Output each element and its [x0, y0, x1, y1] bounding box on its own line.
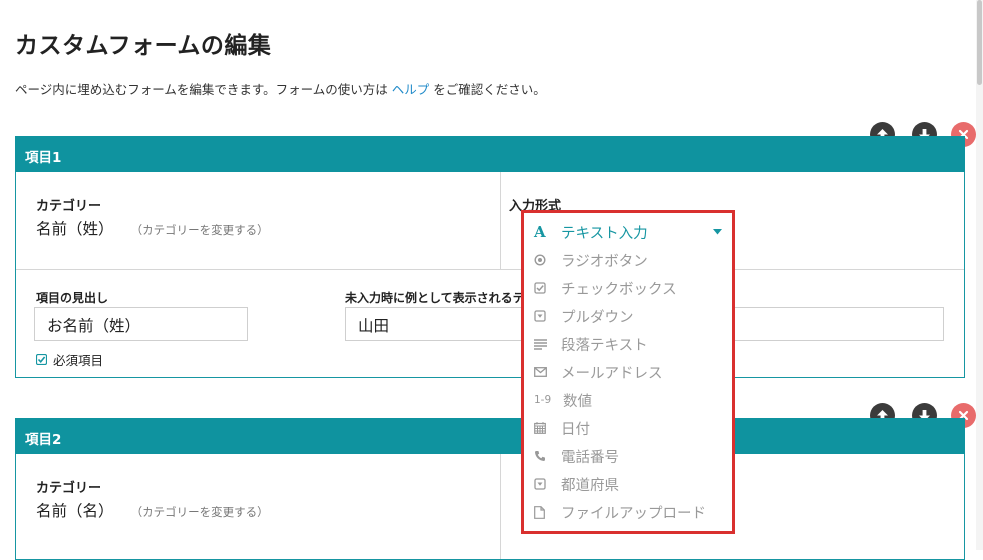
pulldown-icon [534, 310, 552, 322]
placeholder-label: 未入力時に例として表示されるテ [345, 291, 525, 305]
column-divider [500, 454, 501, 559]
dropdown-selected-option[interactable]: A テキスト入力 [534, 222, 722, 242]
checkbox-icon [534, 282, 552, 294]
option-label: プルダウン [561, 309, 634, 326]
phone-icon [534, 450, 552, 462]
category-label: カテゴリー [36, 199, 102, 214]
checkbox-checked-icon [36, 354, 47, 365]
item-header: 項目2 [15, 418, 965, 454]
dropdown-option-radio[interactable]: ラジオボタン [534, 250, 648, 270]
calendar-icon [534, 422, 552, 434]
paragraph-icon [534, 338, 552, 350]
page-title: カスタムフォームの編集 [15, 33, 272, 59]
number-icon: 1-9 [534, 394, 552, 406]
form-item-2: 項目2 カテゴリー 名前（名） （カテゴリーを変更する） [15, 418, 965, 560]
row-divider [16, 269, 964, 270]
dropdown-option-number[interactable]: 1-9 数値 [534, 390, 592, 410]
dropdown-option-file[interactable]: ファイルアップロード [534, 502, 706, 522]
scrollbar-thumb[interactable] [977, 0, 982, 85]
option-label: 数値 [563, 393, 592, 410]
category-label: カテゴリー [36, 481, 102, 496]
option-label: 都道府県 [561, 477, 619, 494]
required-label: 必須項目 [53, 353, 104, 368]
column-divider [500, 172, 501, 269]
option-label: テキスト入力 [561, 225, 648, 242]
change-category-link[interactable]: （カテゴリーを変更する） [131, 505, 269, 519]
required-checkbox[interactable]: 必須項目 [36, 350, 103, 369]
dropdown-option-checkbox[interactable]: チェックボックス [534, 278, 677, 298]
intro-after: をご確認ください。 [433, 82, 546, 97]
category-value: 名前（名） [36, 502, 114, 520]
dropdown-option-date[interactable]: 日付 [534, 418, 590, 438]
caret-down-icon [713, 229, 722, 235]
category-value: 名前（姓） [36, 220, 114, 238]
heading-input[interactable]: お名前（姓） [34, 307, 248, 341]
prefecture-icon [534, 478, 552, 490]
dropdown-option-paragraph[interactable]: 段落テキスト [534, 334, 648, 354]
dropdown-option-pulldown[interactable]: プルダウン [534, 306, 634, 326]
dropdown-option-prefecture[interactable]: 都道府県 [534, 474, 619, 494]
option-label: 日付 [561, 421, 590, 438]
heading-label: 項目の見出し [36, 291, 109, 305]
option-label: ファイルアップロード [561, 505, 706, 522]
vertical-scrollbar[interactable] [976, 0, 983, 550]
option-label: チェックボックス [561, 281, 677, 298]
option-label: メールアドレス [561, 365, 663, 382]
option-label: 段落テキスト [561, 337, 648, 354]
category-row: 名前（姓） （カテゴリーを変更する） [36, 217, 269, 239]
radio-icon [534, 254, 552, 266]
option-label: 電話番号 [561, 449, 619, 466]
form-item-1: 項目1 カテゴリー 名前（姓） （カテゴリーを変更する） 入力形式 項目の見出し… [15, 136, 965, 378]
item-header-title: 項目1 [25, 150, 62, 166]
file-icon [534, 505, 552, 519]
text-input-icon: A [534, 223, 546, 241]
category-row: 名前（名） （カテゴリーを変更する） [36, 499, 269, 521]
intro-text: ページ内に埋め込むフォームを編集できます。フォームの使い方は ヘルプ をご確認く… [15, 79, 546, 98]
mail-icon [534, 367, 552, 377]
option-label: ラジオボタン [561, 253, 648, 270]
dropdown-option-phone[interactable]: 電話番号 [534, 446, 619, 466]
intro-before: ページ内に埋め込むフォームを編集できます。フォームの使い方は [15, 82, 388, 97]
help-link[interactable]: ヘルプ [392, 82, 430, 97]
item-header-title: 項目2 [25, 432, 62, 448]
dropdown-option-mail[interactable]: メールアドレス [534, 362, 663, 382]
item-header: 項目1 [15, 136, 965, 172]
change-category-link[interactable]: （カテゴリーを変更する） [131, 223, 269, 237]
input-type-dropdown[interactable]: A テキスト入力 ラジオボタン チェックボックス プルダウン 段落テキスト メー… [521, 210, 735, 534]
